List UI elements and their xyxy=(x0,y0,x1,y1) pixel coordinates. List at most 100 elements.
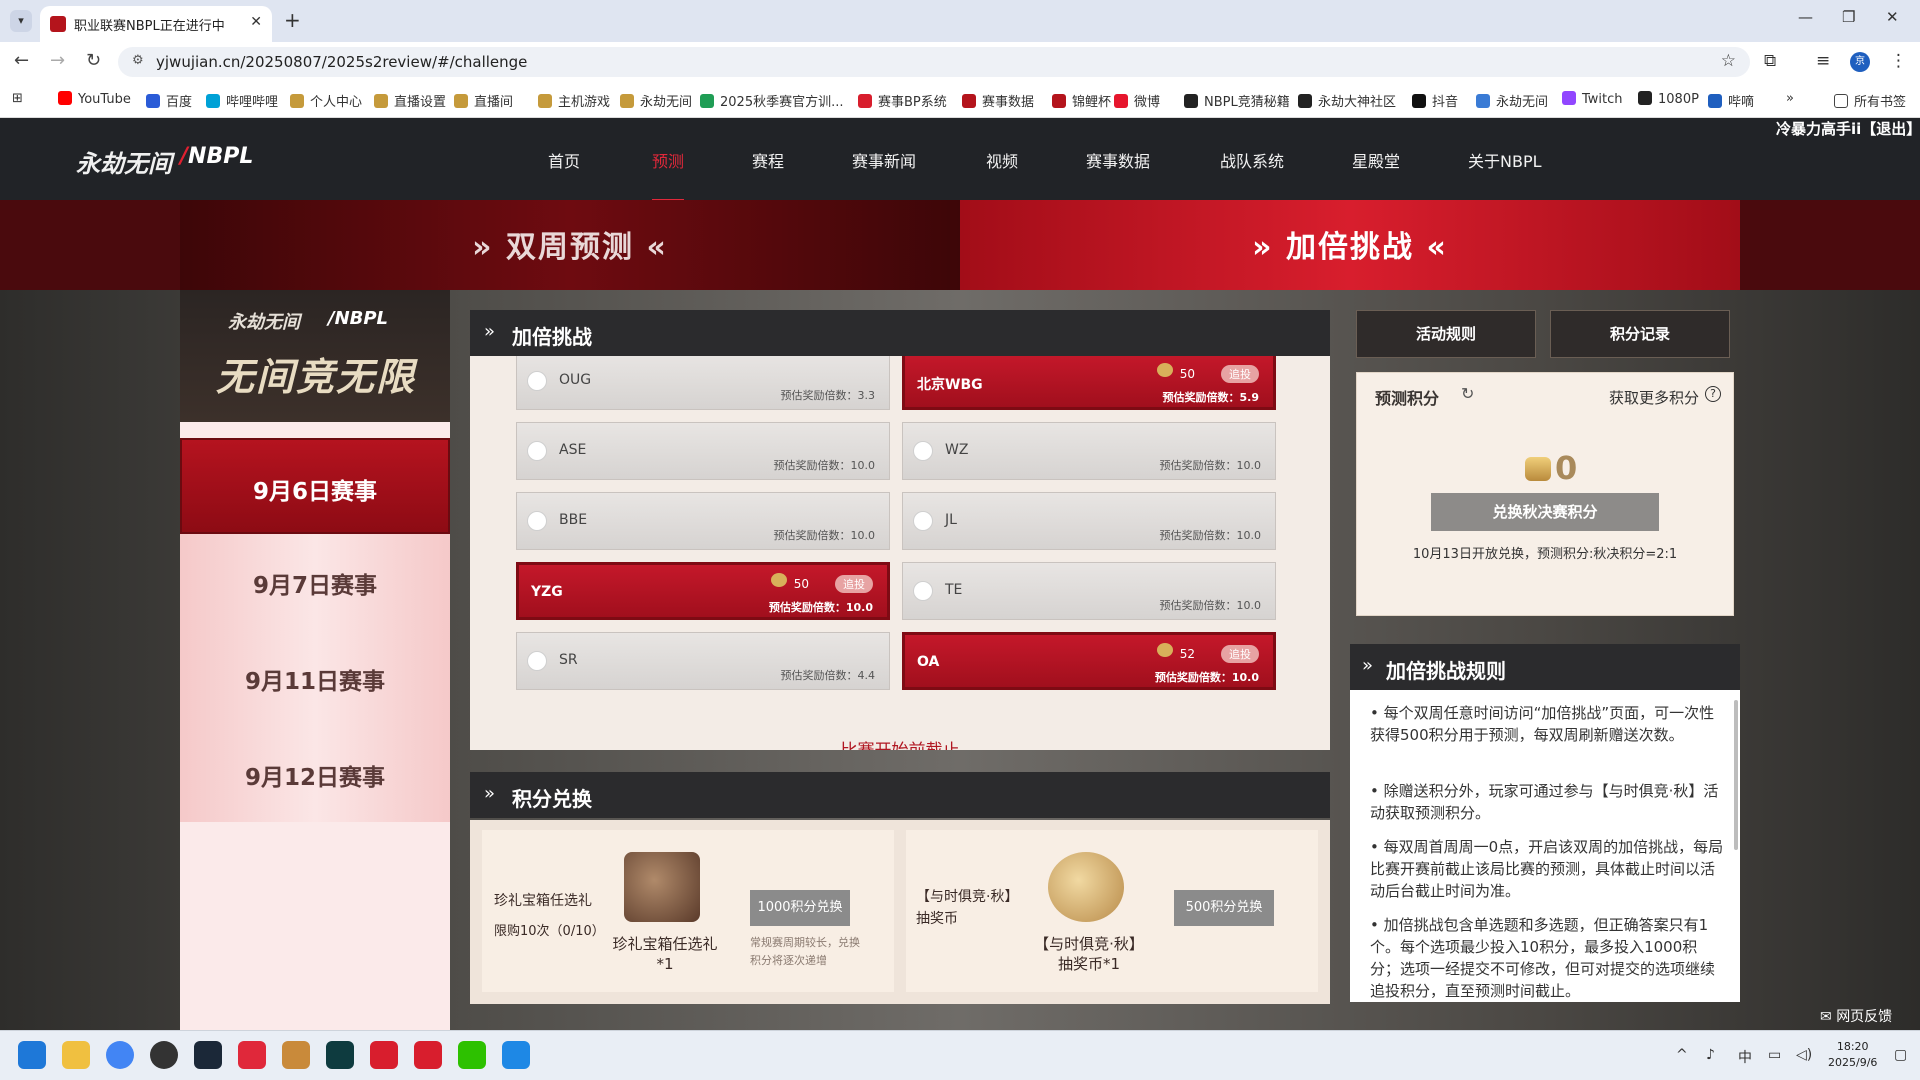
file-explorer-icon[interactable] xyxy=(62,1041,90,1069)
bookmark-item[interactable]: NBPL竞猜秘籍 xyxy=(1184,91,1290,110)
notepad-icon[interactable] xyxy=(502,1041,530,1069)
nav-item[interactable]: 赛程 xyxy=(752,148,784,172)
challenge-option[interactable]: JL 预估奖励倍数：10.0 xyxy=(902,492,1276,550)
forward-arrow-icon[interactable]: → xyxy=(50,50,65,71)
system-clock[interactable]: 18:20 2025/9/6 xyxy=(1828,1039,1877,1071)
help-icon[interactable]: ? xyxy=(1705,386,1721,402)
url-omnibox[interactable]: ⚙ yjwujian.cn/20250807/2025s2review/#/ch… xyxy=(118,47,1750,77)
page-feedback-button[interactable]: ✉ 网页反馈 xyxy=(1820,1006,1892,1026)
refresh-icon[interactable]: ↻ xyxy=(1461,384,1474,403)
reload-icon[interactable]: ↻ xyxy=(86,50,101,71)
bookmark-item[interactable]: 微博 xyxy=(1114,91,1160,110)
get-more-points-link[interactable]: 获取更多积分 xyxy=(1609,387,1699,408)
apps-grid-icon[interactable]: ⊞ xyxy=(12,91,23,106)
challenge-option[interactable]: ASE 预估奖励倍数：10.0 xyxy=(516,422,890,480)
challenge-option[interactable]: SR 预估奖励倍数：4.4 xyxy=(516,632,890,690)
challenge-option[interactable]: OA 52 追投 预估奖励倍数：10.0 xyxy=(902,632,1276,690)
back-arrow-icon[interactable]: ← xyxy=(14,50,29,71)
option-radio[interactable] xyxy=(913,581,933,601)
user-logout-link[interactable]: 冷暴力高手ii【退出】 xyxy=(1776,118,1920,139)
bookmark-item[interactable]: 赛事BP系统 xyxy=(858,91,947,110)
bookmark-item[interactable]: 直播设置 xyxy=(374,91,446,110)
bookmark-item[interactable]: 1080P xyxy=(1638,91,1699,107)
netease-music-icon[interactable] xyxy=(238,1041,266,1069)
nav-item[interactable]: 视频 xyxy=(986,148,1018,172)
bookmark-item[interactable]: 主机游戏 xyxy=(538,91,610,110)
bookmark-item[interactable]: 哔嘀 xyxy=(1708,91,1754,110)
match-day-item[interactable]: 9月12日赛事 xyxy=(180,726,450,822)
tab-biweekly-prediction[interactable]: » 双周预测 « xyxy=(180,200,960,290)
bookmark-item[interactable]: 抖音 xyxy=(1412,91,1458,110)
bookmark-item[interactable]: 永劫大神社区 xyxy=(1298,91,1396,110)
nav-item[interactable]: 战队系统 xyxy=(1220,148,1284,172)
minimize-window-icon[interactable]: — xyxy=(1798,8,1813,26)
add-bet-button[interactable]: 追投 xyxy=(835,575,873,593)
option-radio[interactable] xyxy=(913,511,933,531)
nav-item[interactable]: 赛事新闻 xyxy=(852,148,916,172)
match-day-item[interactable]: 9月7日赛事 xyxy=(180,534,450,630)
browser-tab-active[interactable]: 职业联赛NBPL正在进行中 ✕ xyxy=(40,6,272,42)
bookmark-item[interactable]: 赛事数据 xyxy=(962,91,1034,110)
restore-window-icon[interactable]: ❐ xyxy=(1842,8,1855,26)
url-text[interactable]: yjwujian.cn/20250807/2025s2review/#/chal… xyxy=(156,53,527,71)
exchange-500-button[interactable]: 500积分兑换 xyxy=(1174,890,1274,926)
bookmark-item[interactable]: YouTube xyxy=(58,91,131,107)
challenge-option[interactable]: OUG 预估奖励倍数：3.3 xyxy=(516,356,890,410)
close-window-icon[interactable]: ✕ xyxy=(1886,8,1899,26)
profile-avatar[interactable]: 京 xyxy=(1850,52,1870,72)
challenge-option[interactable]: WZ 预估奖励倍数：10.0 xyxy=(902,422,1276,480)
tab-search-dropdown[interactable]: ▾ xyxy=(10,10,32,32)
media-control-icon[interactable]: ≡ xyxy=(1816,51,1830,71)
all-bookmarks-folder[interactable]: 所有书签 xyxy=(1834,91,1906,110)
points-records-button[interactable]: 积分记录 xyxy=(1550,310,1730,358)
bookmark-item[interactable]: 锦鲤杯 xyxy=(1052,91,1111,110)
bookmark-item[interactable]: 哔哩哔哩 xyxy=(206,91,278,110)
option-radio[interactable] xyxy=(527,371,547,391)
steam-icon[interactable] xyxy=(194,1041,222,1069)
network-icon[interactable]: ▭ xyxy=(1768,1047,1781,1063)
bookmark-item[interactable]: 百度 xyxy=(146,91,192,110)
nav-item[interactable]: 首页 xyxy=(548,148,580,172)
option-radio[interactable] xyxy=(527,511,547,531)
activity-rules-button[interactable]: 活动规则 xyxy=(1356,310,1536,358)
option-radio[interactable] xyxy=(527,441,547,461)
site-info-icon[interactable]: ⚙ xyxy=(132,53,144,68)
add-bet-button[interactable]: 追投 xyxy=(1221,645,1259,663)
nav-item[interactable]: 星殿堂 xyxy=(1352,148,1400,172)
bookmark-item[interactable]: 直播间 xyxy=(454,91,513,110)
bookmark-item[interactable]: 永劫无间 xyxy=(620,91,692,110)
bookmark-item[interactable]: 个人中心 xyxy=(290,91,362,110)
new-tab-button[interactable]: + xyxy=(284,8,301,32)
nav-item[interactable]: 关于NBPL xyxy=(1468,148,1542,172)
game-logo[interactable]: 永劫无间 xyxy=(76,144,172,179)
challenge-option[interactable]: BBE 预估奖励倍数：10.0 xyxy=(516,492,890,550)
tab-double-challenge[interactable]: » 加倍挑战 « xyxy=(960,200,1740,290)
match-day-item[interactable]: 9月6日赛事 xyxy=(180,438,450,534)
wechat-icon[interactable] xyxy=(458,1041,486,1069)
notification-icon[interactable]: ▢ xyxy=(1894,1047,1907,1063)
bookmark-item[interactable]: Twitch xyxy=(1562,91,1623,107)
rules-body[interactable]: • 每个双周任意时间访问“加倍挑战”页面，可一次性获得500积分用于预测，每双周… xyxy=(1350,690,1740,1002)
extensions-icon[interactable]: ⧉ xyxy=(1764,51,1776,71)
rules-scrollbar[interactable] xyxy=(1734,700,1738,850)
exchange-1000-button[interactable]: 1000积分兑换 xyxy=(750,890,850,926)
app-icon[interactable] xyxy=(150,1041,178,1069)
start-menu-icon[interactable] xyxy=(18,1041,46,1069)
match-day-item[interactable]: 9月11日赛事 xyxy=(180,630,450,726)
challenge-option[interactable]: 北京WBG 50 追投 预估奖励倍数：5.9 xyxy=(902,356,1276,410)
bookmark-item[interactable]: 2025秋季赛官方训... xyxy=(700,91,843,110)
tab-close-icon[interactable]: ✕ xyxy=(250,14,262,30)
app-icon[interactable] xyxy=(326,1041,354,1069)
bookmark-item[interactable]: 永劫无间 xyxy=(1476,91,1548,110)
nav-item[interactable]: 预测 xyxy=(652,148,685,202)
challenge-option[interactable]: YZG 50 追投 预估奖励倍数：10.0 xyxy=(516,562,890,620)
bookmark-star-icon[interactable]: ☆ xyxy=(1721,51,1736,71)
option-radio[interactable] xyxy=(913,441,933,461)
bookmarks-overflow-button[interactable]: » xyxy=(1786,91,1794,106)
game-launcher-icon[interactable] xyxy=(282,1041,310,1069)
tray-overflow-icon[interactable]: ^ xyxy=(1676,1047,1688,1063)
nbpl-logo[interactable]: /NBPL xyxy=(180,144,253,169)
microphone-icon[interactable]: ♪ xyxy=(1706,1047,1715,1063)
add-bet-button[interactable]: 追投 xyxy=(1221,365,1259,383)
volume-icon[interactable]: ◁) xyxy=(1796,1047,1812,1063)
